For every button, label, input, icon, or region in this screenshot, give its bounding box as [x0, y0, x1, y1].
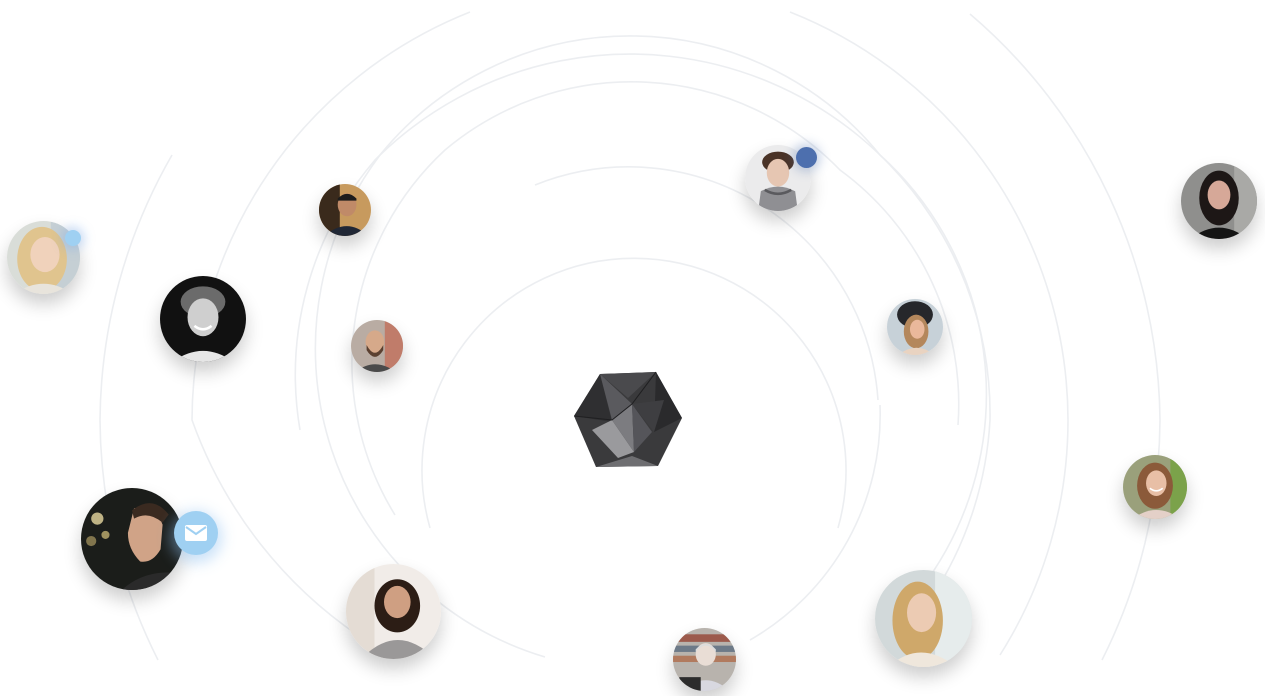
person-photo-icon — [1181, 163, 1257, 239]
avatar-bearded-man[interactable] — [351, 320, 403, 372]
avatar-woman-beanie[interactable] — [887, 299, 943, 355]
orbit-ring — [749, 404, 881, 641]
person-photo-icon — [319, 184, 371, 236]
person-photo-icon — [346, 564, 441, 659]
avatar-blonde-woman-bottom[interactable] — [875, 570, 972, 667]
status-dot — [796, 147, 817, 168]
orbit-ring — [534, 166, 879, 401]
person-photo-icon — [351, 320, 403, 372]
avatar-smiling-woman-right[interactable] — [1123, 455, 1187, 519]
icosahedron-logo-icon — [572, 370, 684, 470]
person-photo-icon — [1123, 455, 1187, 519]
avatar-curly-woman-white-room[interactable] — [346, 564, 441, 659]
person-photo-icon — [673, 628, 736, 691]
avatar-man-with-hands[interactable] — [319, 184, 371, 236]
mail-button[interactable] — [174, 511, 218, 555]
person-photo-icon — [875, 570, 972, 667]
avatar-older-woman-laptop[interactable] — [673, 628, 736, 691]
network-diagram — [0, 0, 1265, 696]
orbit-ring — [969, 13, 1161, 661]
orbit-ring — [294, 53, 991, 601]
avatar-curly-man-smiling[interactable] — [160, 276, 246, 362]
avatar-man-profile-night[interactable] — [81, 488, 183, 590]
avatar-dark-haired-woman[interactable] — [1181, 163, 1257, 239]
person-photo-icon — [160, 276, 246, 362]
status-dot — [65, 230, 81, 246]
mail-icon — [185, 525, 207, 541]
orbit-ring — [314, 35, 988, 658]
person-photo-icon — [887, 299, 943, 355]
person-photo-icon — [81, 488, 183, 590]
